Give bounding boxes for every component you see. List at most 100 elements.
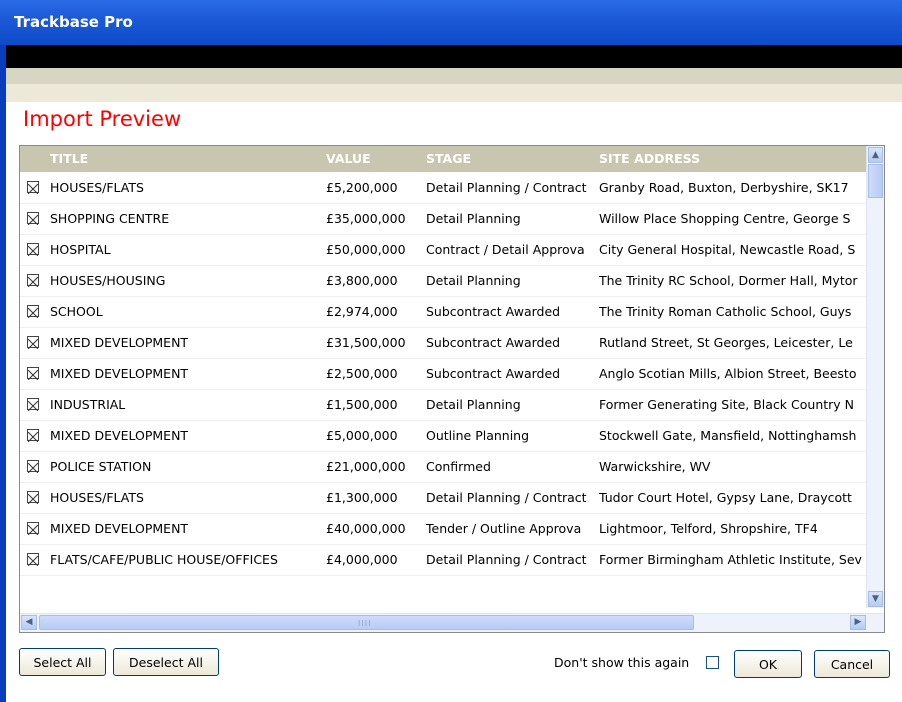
row-checkbox[interactable] (27, 522, 39, 536)
column-header-site-address[interactable]: SITE ADDRESS (599, 151, 700, 166)
ok-button[interactable]: OK (734, 650, 802, 678)
ok-label: OK (758, 656, 778, 672)
row-checkbox[interactable] (27, 367, 39, 381)
checked-icon (27, 245, 39, 257)
scroll-right-button[interactable]: ▶ (850, 615, 866, 630)
row-value: £50,000,000 (326, 242, 406, 257)
row-stage: Detail Planning / Contract (426, 552, 587, 567)
row-checkbox[interactable] (27, 398, 39, 412)
checked-icon (27, 462, 39, 474)
grip-icon: IIII (358, 619, 372, 628)
cancel-label: Cancel (830, 656, 874, 672)
horizontal-scrollbar[interactable]: ◀ IIII ▶ (20, 613, 884, 632)
table-row[interactable]: HOUSES/FLATS £1,300,000 Detail Planning / … (20, 482, 876, 514)
table-row[interactable]: MIXED DEVELOPMENT £5,000,000 Outline Plann… (20, 420, 876, 452)
checked-icon (27, 276, 39, 288)
row-title: MIXED DEVELOPMENT (50, 335, 189, 350)
table-row[interactable]: MIXED DEVELOPMENT £40,000,000 Tender / Out… (20, 513, 876, 545)
column-header-stage[interactable]: STAGE (426, 151, 471, 166)
vertical-scroll-thumb[interactable] (868, 164, 883, 198)
row-stage: Outline Planning (426, 428, 530, 443)
table-row[interactable]: SCHOOL £2,974,000 Subcontract Awarded The T… (20, 296, 876, 328)
row-checkbox[interactable] (27, 553, 39, 567)
row-stage: Detail Planning (426, 273, 521, 288)
row-value: £40,000,000 (326, 521, 406, 536)
scroll-up-button[interactable]: ▲ (868, 147, 883, 163)
select-all-button[interactable]: Select All (19, 648, 106, 676)
row-stage: Detail Planning (426, 397, 521, 412)
deselect-all-label: Deselect All (129, 654, 203, 670)
row-checkbox[interactable] (27, 460, 39, 474)
dialog-top-strip (0, 84, 902, 102)
table-row[interactable]: HOUSES/HOUSING £3,800,000 Detail Planning T… (20, 265, 876, 297)
table-row[interactable]: HOSPITAL £50,000,000 Contract / Detail App… (20, 234, 876, 266)
row-checkbox[interactable] (27, 243, 39, 257)
checked-icon (27, 338, 39, 350)
toolbar-band (0, 45, 902, 68)
row-stage: Detail Planning / Contract (426, 180, 587, 195)
row-value: £3,800,000 (326, 273, 398, 288)
table-row[interactable]: MIXED DEVELOPMENT £31,500,000 Subcontract … (20, 327, 876, 359)
row-checkbox[interactable] (27, 181, 39, 195)
row-site-address: Former Generating Site, Black Country N (599, 397, 855, 412)
checked-icon (27, 307, 39, 319)
row-stage: Detail Planning (426, 211, 521, 226)
scroll-down-button[interactable]: ▼ (868, 591, 883, 607)
checked-icon (27, 369, 39, 381)
row-site-address: Stockwell Gate, Mansfield, Nottinghamsh (599, 428, 857, 443)
row-value: £5,200,000 (326, 180, 398, 195)
checked-icon (27, 214, 39, 226)
page-title: Import Preview (23, 107, 182, 131)
row-value: £31,500,000 (326, 335, 406, 350)
row-title: HOUSES/HOUSING (50, 273, 166, 288)
row-site-address: Warwickshire, WV (599, 459, 711, 474)
column-header-value[interactable]: VALUE (326, 151, 371, 166)
row-value: £1,300,000 (326, 490, 398, 505)
row-title: HOUSES/FLATS (50, 490, 144, 505)
row-checkbox[interactable] (27, 491, 39, 505)
table-row[interactable]: FLATS/CAFE/PUBLIC HOUSE/OFFICES £4,000,00… (20, 544, 876, 576)
row-title: MIXED DEVELOPMENT (50, 366, 189, 381)
title-bar: Trackbase Pro (0, 0, 902, 45)
checked-icon (27, 493, 39, 505)
table-row[interactable]: MIXED DEVELOPMENT £2,500,000 Subcontract A… (20, 358, 876, 390)
cancel-button[interactable]: Cancel (814, 650, 890, 678)
row-value: £4,000,000 (326, 552, 398, 567)
row-site-address: Lightmoor, Telford, Shropshire, TF4 (599, 521, 818, 536)
checked-icon (27, 183, 39, 195)
select-all-label: Select All (33, 654, 92, 670)
table-row[interactable]: SHOPPING CENTRE £35,000,000 Detail Plannin… (20, 203, 876, 235)
window-title: Trackbase Pro (14, 13, 133, 31)
horizontal-scroll-thumb[interactable]: IIII (39, 615, 694, 630)
row-value: £5,000,000 (326, 428, 398, 443)
row-title: HOSPITAL (50, 242, 111, 257)
row-title: FLATS/CAFE/PUBLIC HOUSE/OFFICES (50, 552, 278, 567)
row-checkbox[interactable] (27, 429, 39, 443)
table-row[interactable]: POLICE STATION £21,000,000 Confirmed Warwic… (20, 451, 876, 483)
row-site-address: The Trinity RC School, Dormer Hall, Myto… (599, 273, 858, 288)
checked-icon (27, 524, 39, 536)
table-row[interactable]: INDUSTRIAL £1,500,000 Detail Planning Forme… (20, 389, 876, 421)
row-title: MIXED DEVELOPMENT (50, 521, 189, 536)
separator-strip (0, 68, 902, 84)
row-value: £21,000,000 (326, 459, 406, 474)
scroll-left-button[interactable]: ◀ (21, 615, 37, 630)
row-checkbox[interactable] (27, 336, 39, 350)
checked-icon (27, 400, 39, 412)
row-site-address: The Trinity Roman Catholic School, Guys (599, 304, 852, 319)
row-checkbox[interactable] (27, 212, 39, 226)
column-header-title[interactable]: TITLE (50, 151, 88, 166)
vertical-scrollbar[interactable]: ▲ ▼ (866, 146, 884, 608)
row-site-address: Willow Place Shopping Centre, George S (599, 211, 851, 226)
row-site-address: Former Birmingham Athletic Institute, Se… (599, 552, 862, 567)
row-stage: Detail Planning / Contract (426, 490, 587, 505)
row-title: POLICE STATION (50, 459, 152, 474)
dont-show-label: Don't show this again (554, 655, 690, 670)
table-row[interactable]: HOUSES/FLATS £5,200,000 Detail Planning / … (20, 172, 876, 204)
row-stage: Tender / Outline Approva (426, 521, 582, 536)
deselect-all-button[interactable]: Deselect All (113, 648, 219, 676)
row-checkbox[interactable] (27, 305, 39, 319)
row-checkbox[interactable] (27, 274, 39, 288)
row-site-address: Anglo Scotian Mills, Albion Street, Bees… (599, 366, 857, 381)
dont-show-checkbox[interactable] (706, 656, 719, 669)
